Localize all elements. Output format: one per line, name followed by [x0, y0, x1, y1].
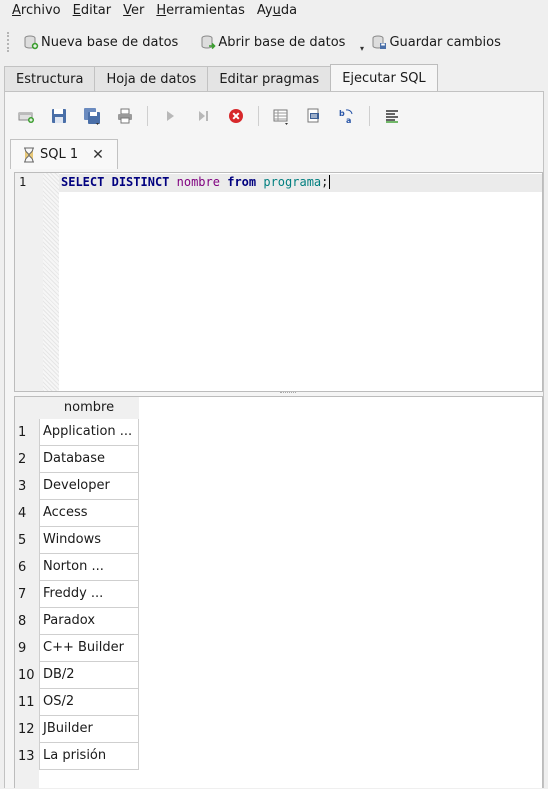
text-cursor [329, 175, 331, 189]
tab-editar-pragmas[interactable]: Editar pragmas [207, 66, 332, 92]
new-database-icon [23, 34, 39, 50]
row-number[interactable]: 11 [15, 689, 39, 716]
table-row[interactable]: 7 Freddy ... [15, 581, 139, 608]
line-number-gutter [15, 173, 43, 391]
table-cell[interactable]: Windows [39, 527, 139, 554]
svg-text:b: b [339, 109, 345, 118]
table-row[interactable]: 12 JBuilder [15, 716, 139, 743]
comment-lines-button[interactable] [381, 105, 403, 127]
table-row[interactable]: 8 Paradox [15, 608, 139, 635]
toolbar-separator [147, 106, 148, 126]
table-cell[interactable]: Database [39, 446, 139, 473]
toolbar-separator [369, 106, 370, 126]
table-row[interactable]: 13 La prisión [15, 743, 139, 770]
column-header-nombre[interactable]: nombre [39, 397, 139, 419]
menu-editar[interactable]: Editar [67, 0, 118, 22]
sql-toolbar: ba [15, 103, 414, 129]
row-number[interactable]: 9 [15, 635, 39, 662]
new-database-button[interactable]: Nueva base de datos [19, 28, 182, 56]
close-tab-icon[interactable]: ✕ [92, 147, 104, 163]
table-cell[interactable]: DB/2 [39, 662, 139, 689]
row-number[interactable]: 10 [15, 662, 39, 689]
open-tab-icon [18, 112, 34, 123]
open-sql-file-button[interactable] [48, 105, 70, 127]
tab-estructura[interactable]: Estructura [4, 66, 96, 92]
menu-bar: Archivo Editar Ver Herramientas Ayuda [0, 0, 548, 22]
table-cell[interactable]: Norton ... [39, 554, 139, 581]
row-number[interactable]: 2 [15, 446, 39, 473]
open-database-button[interactable]: Abrir base de datos [196, 28, 349, 56]
table-cell[interactable]: Developer [39, 473, 139, 500]
menu-ver[interactable]: Ver [117, 0, 150, 22]
stop-execution-button[interactable] [225, 105, 247, 127]
table-cell[interactable]: Paradox [39, 608, 139, 635]
table-row[interactable]: 5 Windows [15, 527, 139, 554]
row-number[interactable]: 1 [15, 419, 39, 446]
execute-all-button[interactable] [159, 105, 181, 127]
table-cell[interactable]: OS/2 [39, 689, 139, 716]
save-changes-icon [371, 34, 387, 50]
row-number[interactable]: 6 [15, 554, 39, 581]
find-button[interactable] [303, 105, 325, 127]
find-icon [307, 108, 319, 123]
step-icon [199, 111, 208, 121]
table-row[interactable]: 2 Database [15, 446, 139, 473]
save-results-icon [273, 109, 288, 125]
menu-herramientas[interactable]: Herramientas [150, 0, 251, 22]
open-database-icon [200, 34, 216, 50]
row-number[interactable]: 7 [15, 581, 39, 608]
toolbar-grip[interactable] [7, 32, 11, 52]
menu-ayuda[interactable]: Ayuda [251, 0, 303, 22]
printer-icon [118, 108, 132, 124]
find-replace-button[interactable]: ba [336, 105, 358, 127]
execute-line-button[interactable] [192, 105, 214, 127]
open-database-dropdown-icon[interactable]: ▾ [360, 44, 364, 53]
table-cell[interactable]: JBuilder [39, 716, 139, 743]
tab-ejecutar-sql[interactable]: Ejecutar SQL [330, 64, 438, 92]
save-as-icon [84, 108, 100, 125]
hourglass-icon [24, 147, 34, 162]
table-cell[interactable]: Freddy ... [39, 581, 139, 608]
table-cell[interactable]: Application ... [39, 419, 139, 446]
table-cell[interactable]: Access [39, 500, 139, 527]
table-cell[interactable]: C++ Builder [39, 635, 139, 662]
sql-editor-tab[interactable]: SQL 1 ✕ [10, 139, 118, 169]
table-row[interactable]: 3 Developer [15, 473, 139, 500]
results-grid[interactable]: nombre 1 Application ... 2 Database 3 Develop… [14, 396, 543, 789]
toolbar-separator [258, 106, 259, 126]
main-toolbar: Nueva base de datos Abrir base de datos … [0, 26, 548, 58]
sql-code[interactable]: SELECT DISTINCT nombre from programa; [61, 175, 331, 189]
sql-editor[interactable]: 1 SELECT DISTINCT nombre from programa; [14, 172, 543, 392]
table-row[interactable]: 1 Application ... [15, 419, 139, 446]
row-number[interactable]: 13 [15, 743, 39, 770]
print-button[interactable] [114, 105, 136, 127]
open-tab-button[interactable] [15, 105, 37, 127]
svg-text:a: a [346, 116, 351, 125]
stop-icon [229, 109, 243, 123]
play-icon [167, 111, 174, 121]
row-number[interactable]: 5 [15, 527, 39, 554]
table-row[interactable]: 11 OS/2 [15, 689, 139, 716]
menu-archivo[interactable]: Archivo [0, 0, 67, 22]
table-row[interactable]: 9 C++ Builder [15, 635, 139, 662]
line-number: 1 [19, 175, 27, 189]
save-sql-file-button[interactable] [81, 105, 103, 127]
floppy-icon [52, 109, 66, 123]
find-replace-icon: ba [339, 109, 353, 125]
row-number[interactable]: 12 [15, 716, 39, 743]
table-row[interactable]: 6 Norton ... [15, 554, 139, 581]
tab-hoja-de-datos[interactable]: Hoja de datos [94, 66, 209, 92]
row-number[interactable]: 4 [15, 500, 39, 527]
row-number[interactable]: 3 [15, 473, 39, 500]
main-tabs: Estructura Hoja de datos Editar pragmas … [4, 64, 438, 92]
save-changes-button[interactable]: Guardar cambios [367, 28, 504, 56]
table-row[interactable]: 4 Access [15, 500, 139, 527]
table-cell[interactable]: La prisión [39, 743, 139, 770]
row-number[interactable]: 8 [15, 608, 39, 635]
grid-corner[interactable] [15, 397, 39, 419]
table-row[interactable]: 10 DB/2 [15, 662, 139, 689]
fold-margin [43, 173, 59, 391]
comment-icon [386, 110, 398, 123]
save-results-button[interactable] [270, 105, 292, 127]
